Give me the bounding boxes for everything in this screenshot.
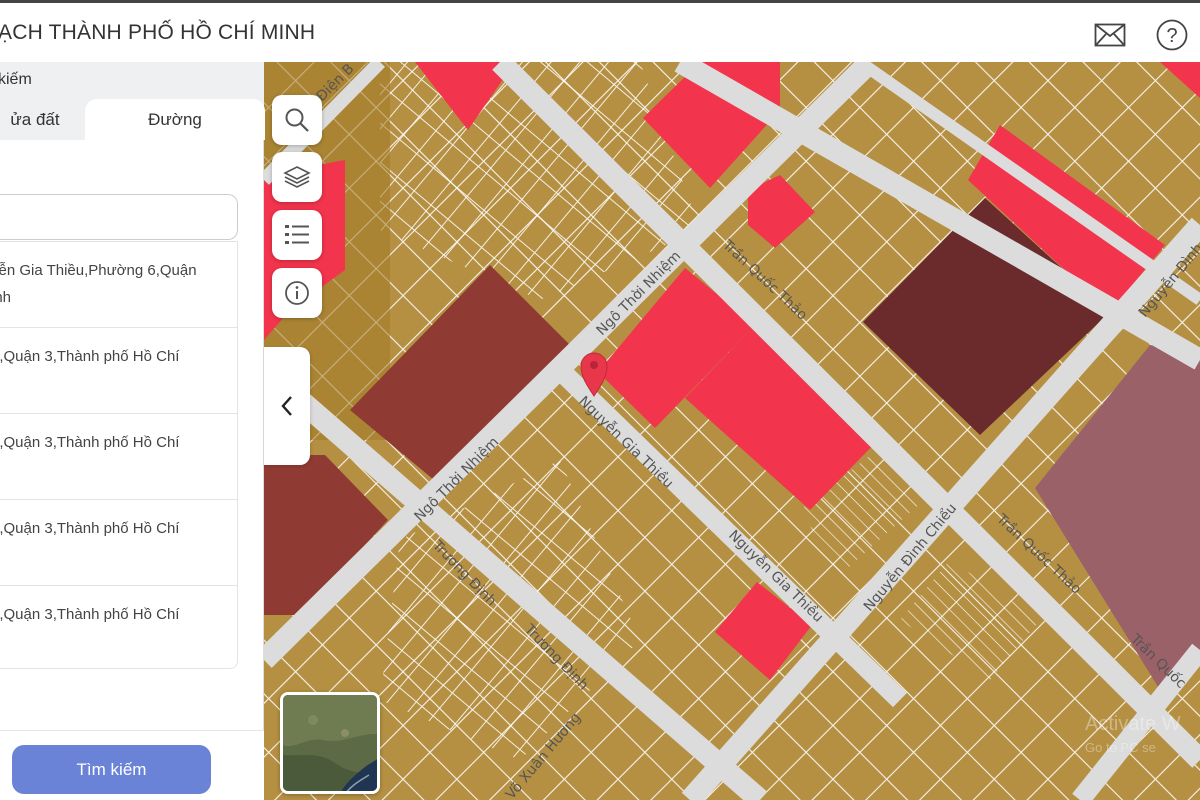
activation-watermark: Activate W Go to PC se (1085, 712, 1181, 760)
mail-button[interactable] (1093, 18, 1127, 52)
collapse-panel-button[interactable] (264, 347, 310, 465)
search-panel: kiếm ửa đất Đường yễn Gia Thiều,Phường 6… (0, 62, 265, 800)
search-icon (285, 108, 309, 132)
result-line: 6,Quận 3,Thành phố Hồ Chí (0, 606, 180, 623)
satellite-thumbnail (283, 695, 377, 791)
result-line: 6,Quận 3,Thành phố Hồ Chí (0, 434, 180, 451)
search-button[interactable]: Tìm kiếm (12, 745, 211, 794)
basemap-toggle[interactable] (280, 692, 380, 794)
list-item[interactable]: yễn Gia Thiều,Phường 6,Quận inh (0, 242, 237, 328)
help-button[interactable]: ? (1155, 18, 1189, 52)
app-root: ẠCH THÀNH PHỐ HỒ CHÍ MINH ? kiếm ửa đất … (0, 0, 1200, 800)
svg-text:?: ? (1166, 25, 1177, 47)
mail-icon (1094, 23, 1126, 47)
result-line: inh (0, 289, 12, 306)
list-item[interactable]: 6,Quận 3,Thành phố Hồ Chí (0, 414, 237, 500)
help-icon: ? (1156, 19, 1188, 51)
map-layers-button[interactable] (272, 152, 322, 202)
tab-parcel[interactable]: ửa đất (0, 99, 80, 140)
map-svg[interactable]: Điện B Ngô Thời Nhiệm Trần Quốc Thảo Ngu… (264, 62, 1200, 800)
list-item[interactable]: 6,Quận 3,Thành phố Hồ Chí (0, 500, 237, 586)
map-legend-button[interactable] (272, 210, 322, 260)
list-item[interactable]: 6,Quận 3,Thành phố Hồ Chí (0, 586, 237, 672)
legend-list-icon (285, 225, 309, 244)
panel-title: kiếm (0, 71, 32, 88)
info-icon (285, 281, 309, 305)
result-line: yễn Gia Thiều,Phường 6,Quận (0, 262, 197, 279)
search-results-list: yễn Gia Thiều,Phường 6,Quận inh 6,Quận 3… (0, 241, 238, 669)
app-header: ẠCH THÀNH PHỐ HỒ CHÍ MINH ? (0, 0, 1200, 62)
chevron-left-icon (281, 396, 292, 416)
layers-icon (283, 166, 311, 188)
map-info-button[interactable] (272, 268, 322, 318)
map-canvas[interactable]: Điện B Ngô Thời Nhiệm Trần Quốc Thảo Ngu… (264, 62, 1200, 800)
tab-street[interactable]: Đường (85, 99, 265, 140)
watermark-line: Activate W (1085, 713, 1181, 735)
result-line: 6,Quận 3,Thành phố Hồ Chí (0, 520, 180, 537)
result-line: 6,Quận 3,Thành phố Hồ Chí (0, 348, 180, 365)
list-item[interactable]: 6,Quận 3,Thành phố Hồ Chí (0, 328, 237, 414)
map-search-button[interactable] (272, 95, 322, 145)
watermark-line: Go to PC se (1085, 740, 1156, 755)
search-input[interactable] (0, 194, 238, 240)
page-title: ẠCH THÀNH PHỐ HỒ CHÍ MINH (0, 21, 316, 44)
